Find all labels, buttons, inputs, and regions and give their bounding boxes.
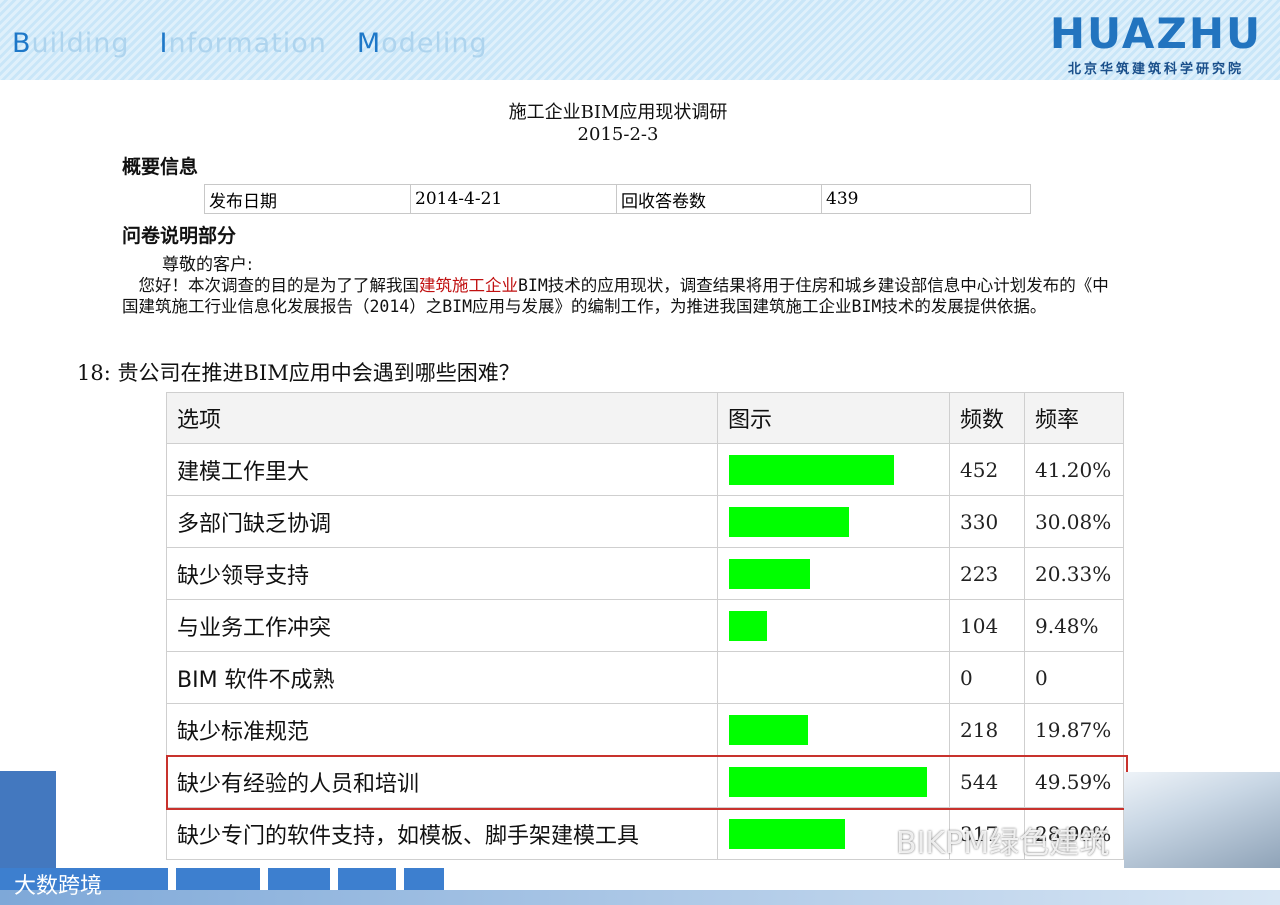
- row-chart-cell: [718, 704, 950, 756]
- huazhu-logo: HUAZHU 北京华筑建筑科学研究院: [1046, 9, 1266, 78]
- row-freq-value: 0: [1035, 665, 1048, 690]
- row-option-cell: 缺少领导支持: [166, 548, 718, 600]
- row-freq-cell: 20.33%: [1025, 548, 1124, 600]
- publish-date-label: 发布日期: [204, 184, 411, 214]
- info-table: 发布日期 2014-4-21 回收答卷数 439: [204, 184, 1031, 214]
- row-chart-cell: [718, 548, 950, 600]
- bim-letter-m: M: [356, 28, 382, 59]
- row-count-cell: 330: [950, 496, 1025, 548]
- row-option-label: 建模工作里大: [177, 459, 310, 485]
- bottom-strip: [176, 868, 260, 890]
- bar-mark: [729, 559, 810, 589]
- row-chart-cell: [718, 444, 950, 496]
- bottom-strip: [404, 868, 444, 890]
- building-photo: [1124, 772, 1280, 868]
- bar-mark: [729, 507, 849, 537]
- header-count-label: 频数: [960, 408, 1005, 433]
- row-count-cell: 452: [950, 444, 1025, 496]
- row-option-label: 缺少标准规范: [177, 719, 310, 745]
- row-freq-value: 20.33%: [1035, 561, 1112, 586]
- responses-label: 回收答卷数: [616, 184, 822, 214]
- row-count-cell: 0: [950, 652, 1025, 704]
- row-count-value: 223: [960, 561, 999, 586]
- logo-wordmark: HUAZHU: [1049, 9, 1263, 58]
- bar-mark: [729, 715, 808, 745]
- row-count-value: 0: [960, 665, 973, 690]
- document-title: 施工企业BIM应用现状调研: [508, 102, 728, 123]
- bar-mark: [729, 819, 845, 849]
- bottom-left-band: [0, 771, 56, 871]
- header-option-label: 选项: [177, 408, 222, 433]
- bottom-gradient: [0, 890, 1280, 905]
- responses-value: 439: [821, 184, 1031, 214]
- row-chart-cell: [718, 496, 950, 548]
- row-option-cell: 建模工作里大: [166, 444, 718, 496]
- row-freq-value: 30.08%: [1035, 509, 1112, 534]
- row-option-cell: BIM 软件不成熟: [166, 652, 718, 704]
- bim-word-modeling: odeling: [381, 28, 488, 59]
- intro-heading: 问卷说明部分: [122, 225, 237, 247]
- row-freq-value: 41.20%: [1035, 457, 1112, 482]
- watermark-left: 大数跨境: [14, 874, 103, 899]
- row-option-cell: 缺少专门的软件支持，如模板、脚手架建模工具: [166, 808, 718, 860]
- row-option-cell: 多部门缺乏协调: [166, 496, 718, 548]
- row-option-label: 缺少专门的软件支持，如模板、脚手架建模工具: [177, 823, 640, 849]
- header-option: 选项: [166, 392, 718, 444]
- watermark-right: BIKPM绿色建筑: [896, 826, 1110, 861]
- row-option-label: 与业务工作冲突: [177, 615, 332, 641]
- greeting: 尊敬的客户:: [162, 255, 253, 275]
- header-band: Building Information Modeling HUAZHU 北京华筑建…: [0, 0, 1280, 80]
- highlight-box: [166, 755, 1128, 810]
- row-option-cell: 缺少标准规范: [166, 704, 718, 756]
- row-option-cell: 与业务工作冲突: [166, 600, 718, 652]
- question-title: 18: 贵公司在推进BIM应用中会遇到哪些困难？: [77, 361, 520, 385]
- bim-title: Building Information Modeling: [12, 28, 488, 59]
- row-option-label: 多部门缺乏协调: [177, 511, 332, 537]
- header-chart: 图示: [718, 392, 950, 444]
- bim-letter-b: B: [12, 28, 32, 59]
- header-freq: 频率: [1025, 392, 1124, 444]
- row-freq-cell: 0: [1025, 652, 1124, 704]
- row-count-cell: 223: [950, 548, 1025, 600]
- bottom-strip: [268, 868, 330, 890]
- document-date: 2015-2-3: [577, 124, 659, 145]
- row-option-label: 缺少领导支持: [177, 563, 310, 589]
- row-count-value: 104: [960, 613, 999, 638]
- row-freq-cell: 19.87%: [1025, 704, 1124, 756]
- row-count-value: 330: [960, 509, 999, 534]
- header-chart-label: 图示: [728, 408, 773, 433]
- bim-word-building: uilding: [31, 28, 130, 59]
- intro-text-highlight: 建筑施工企业: [419, 276, 518, 295]
- row-chart-cell: [718, 600, 950, 652]
- row-freq-value: 19.87%: [1035, 717, 1112, 742]
- row-freq-cell: 9.48%: [1025, 600, 1124, 652]
- row-count-cell: 104: [950, 600, 1025, 652]
- bar-mark: [729, 455, 894, 485]
- publish-date-value: 2014-4-21: [410, 184, 617, 214]
- row-count-value: 452: [960, 457, 999, 482]
- row-freq-cell: 30.08%: [1025, 496, 1124, 548]
- row-count-cell: 218: [950, 704, 1025, 756]
- bim-letter-i: I: [159, 28, 169, 59]
- intro-paragraph: 您好！本次调查的目的是为了了解我国建筑施工企业BIM技术的应用现状，调查结果将用…: [122, 275, 1112, 317]
- row-option-label: BIM 软件不成熟: [177, 667, 335, 693]
- bottom-strip: [338, 868, 396, 890]
- header-count: 频数: [950, 392, 1025, 444]
- row-freq-cell: 41.20%: [1025, 444, 1124, 496]
- row-freq-value: 9.48%: [1035, 613, 1099, 638]
- overview-heading: 概要信息: [122, 156, 199, 178]
- bim-word-information: nformation: [168, 28, 327, 59]
- intro-text-start: 您好！本次调查的目的是为了了解我国: [122, 276, 420, 295]
- bar-mark: [729, 611, 767, 641]
- logo-subtitle: 北京华筑建筑科学研究院: [1067, 62, 1244, 77]
- row-chart-cell: [718, 652, 950, 704]
- row-count-value: 218: [960, 717, 999, 742]
- header-freq-label: 频率: [1035, 408, 1080, 433]
